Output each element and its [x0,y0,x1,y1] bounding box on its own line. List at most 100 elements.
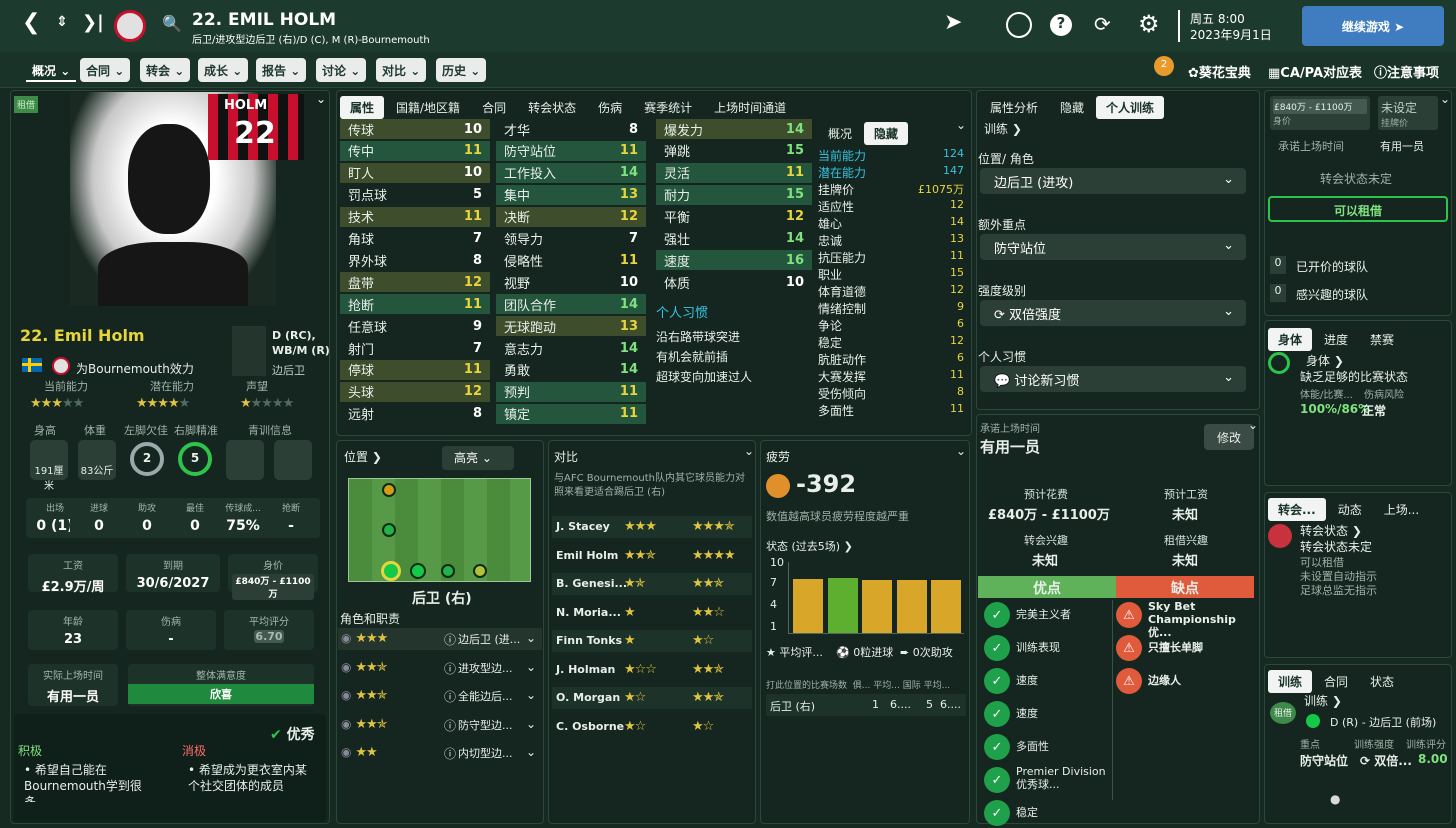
role-dropdown[interactable]: 边后卫 (进攻) ⌄ [980,168,1246,194]
radio-icon[interactable]: ◉ [341,688,351,702]
compare-row[interactable]: C. Osborne ★☆ ★☆ [552,716,752,738]
role-row[interactable]: ◉ ★★★ ⓘ 边后卫 (进... ⌄ [338,628,542,650]
attr-row[interactable]: 防守站位 11 [496,140,646,161]
radio-icon[interactable]: ◉ [341,631,351,645]
attr-row[interactable]: 传中 11 [340,140,490,161]
tab-hidden[interactable]: 隐藏 [864,122,909,145]
attr-row[interactable]: 团队合作 14 [496,294,646,315]
compare-row[interactable]: N. Moria... ★ ★★☆ [552,602,752,624]
menu-contract[interactable]: 合同 ⌄ [80,58,131,82]
tab-transfer[interactable]: 转会... [1268,498,1326,521]
chevron-down-icon[interactable]: ⌄ [526,631,536,645]
attr-row[interactable]: 平衡 12 [656,207,812,227]
tab-playing[interactable]: 上场... [1374,498,1429,521]
role-row[interactable]: ◉ ★★✯ ⓘ 进攻型边... ⌄ [338,657,542,679]
compare-chevron-icon[interactable]: ⌄ [744,444,754,458]
tab-hidden-overview[interactable]: 概况 [818,122,862,145]
attr-row[interactable]: 意志力 14 [496,338,646,358]
continue-button[interactable]: 继续游戏 ➤ [1302,6,1444,46]
menu-history[interactable]: 历史 ⌄ [436,58,487,82]
tab-hidden-2[interactable]: 隐藏 [1050,96,1094,119]
position-title[interactable]: 位置 ❯ [344,448,382,465]
promise-chevron-icon[interactable]: ⌄ [1248,418,1258,432]
form-title[interactable]: 状态 (过去5场) ❯ [766,538,853,554]
attr-row[interactable]: 盘带 12 [340,272,490,293]
interest-label[interactable]: 感兴趣的球队 [1296,286,1368,303]
intensity-dropdown[interactable]: ⟳ 双倍强度 ⌄ [980,300,1246,326]
info-icon[interactable]: ⓘ [444,717,456,734]
tab-season-stats[interactable]: 赛季统计 [634,96,702,119]
menu-development[interactable]: 成长 ⌄ [198,58,249,82]
attr-row[interactable]: 勇敢 14 [496,360,646,380]
tab-suspension[interactable]: 禁赛 [1360,328,1404,351]
link-ca-pa[interactable]: ▦CA/PA对应表 [1268,62,1362,81]
compare-row[interactable]: J. Holman ★☆☆ ★★✯ [552,659,752,681]
search-icon[interactable]: 🔍 [162,14,182,33]
attr-row[interactable]: 罚点球 5 [340,185,490,205]
tab-body[interactable]: 身体 [1268,328,1313,351]
link-guide[interactable]: ✿葵花宝典 [1188,62,1251,81]
tab-news[interactable]: 动态 [1328,498,1372,521]
chevron-down-icon[interactable]: ⌄ [526,745,536,759]
transfer-status-link[interactable]: 转会状态 ❯ [1300,522,1362,539]
up-down-icon[interactable]: ⇕ [56,14,68,30]
training-link[interactable]: 训练 ❯ [984,120,1022,137]
menu-reports[interactable]: 报告 ⌄ [256,58,307,82]
compare-row[interactable]: Finn Tonks ★ ★☆ [552,630,752,652]
chevron-down-icon[interactable]: ⌄ [526,717,536,731]
rocket-icon[interactable]: ➤ [944,10,974,40]
compare-row[interactable]: Emil Holm ★★✯ ★★★★ [552,545,752,567]
attr-row[interactable]: 任意球 9 [340,316,490,336]
tab-transfer-status[interactable]: 转会状态 [518,96,586,119]
attr-row[interactable]: 爆发力 14 [656,119,812,139]
body-title[interactable]: 身体 ❯ [1306,352,1344,369]
info-icon[interactable]: ⓘ [444,660,456,677]
tab-playtime[interactable]: 上场时间通道 [704,96,796,119]
role-row[interactable]: ◉ ★★ ⓘ 内切型边... ⌄ [338,742,542,764]
menu-compare[interactable]: 对比 ⌄ [376,58,427,82]
habit-dropdown[interactable]: 💬 讨论新习惯 ⌄ [980,366,1246,392]
chevron-down-icon[interactable]: ⌄ [316,92,326,106]
tab-personal-training[interactable]: 个人训练 [1096,96,1165,119]
attr-row[interactable]: 技术 11 [340,206,490,227]
modify-button[interactable]: 修改 [1204,424,1254,450]
attr-row[interactable]: 抢断 11 [340,294,490,315]
menu-overview[interactable]: 概况 ⌄ [26,58,77,82]
attr-row[interactable]: 镇定 11 [496,403,646,424]
notify-badge[interactable]: 2 [1154,56,1174,76]
attr-row[interactable]: 耐力 15 [656,184,812,205]
attr-row[interactable]: 速度 16 [656,250,812,271]
attr-row[interactable]: 界外球 8 [340,250,490,270]
link-notes[interactable]: ⓘ注意事项 [1374,62,1439,81]
compare-row[interactable]: J. Stacey ★★★ ★★★✯ [552,516,752,538]
tab-progress[interactable]: 进度 [1314,328,1358,351]
radio-icon[interactable]: ◉ [341,660,351,674]
attr-row[interactable]: 才华 8 [496,119,646,139]
fatigue-chevron-icon[interactable]: ⌄ [956,444,966,458]
attr-row[interactable]: 侵略性 11 [496,250,646,270]
gear-icon[interactable]: ⚙ [1138,10,1160,38]
attr-row[interactable]: 集中 13 [496,184,646,205]
menu-discuss[interactable]: 讨论 ⌄ [316,58,367,82]
chevron-down-icon[interactable]: ⌄ [526,688,536,702]
tab-status[interactable]: 状态 [1360,670,1404,693]
tab-nationality[interactable]: 国籍/地区籍 [386,96,470,119]
attr-row[interactable]: 决断 12 [496,206,646,227]
back-icon[interactable]: ❮ [22,10,40,35]
attr-row[interactable]: 头球 12 [340,381,490,402]
radio-icon[interactable]: ◉ [341,745,351,759]
attr-row[interactable]: 强壮 14 [656,229,812,249]
attr-row[interactable]: 灵活 11 [656,162,812,183]
attr-row[interactable]: 传球 10 [340,119,490,139]
attr-row[interactable]: 体质 10 [656,272,812,292]
tab-contract[interactable]: 合同 [472,96,516,119]
hidden-chevron-icon[interactable]: ⌄ [956,118,966,132]
focus-dropdown[interactable]: 防守站位 ⌄ [980,234,1246,260]
tab-injury[interactable]: 伤病 [588,96,632,119]
tab-attributes[interactable]: 属性 [340,96,385,119]
tab-attr-analysis[interactable]: 属性分析 [980,96,1048,119]
radio-icon[interactable]: ◉ [341,717,351,731]
help-icon[interactable]: ? [1050,14,1072,36]
attr-row[interactable]: 预判 11 [496,381,646,402]
compare-row[interactable]: B. Genesi... ★✯ ★★✯ [552,573,752,595]
